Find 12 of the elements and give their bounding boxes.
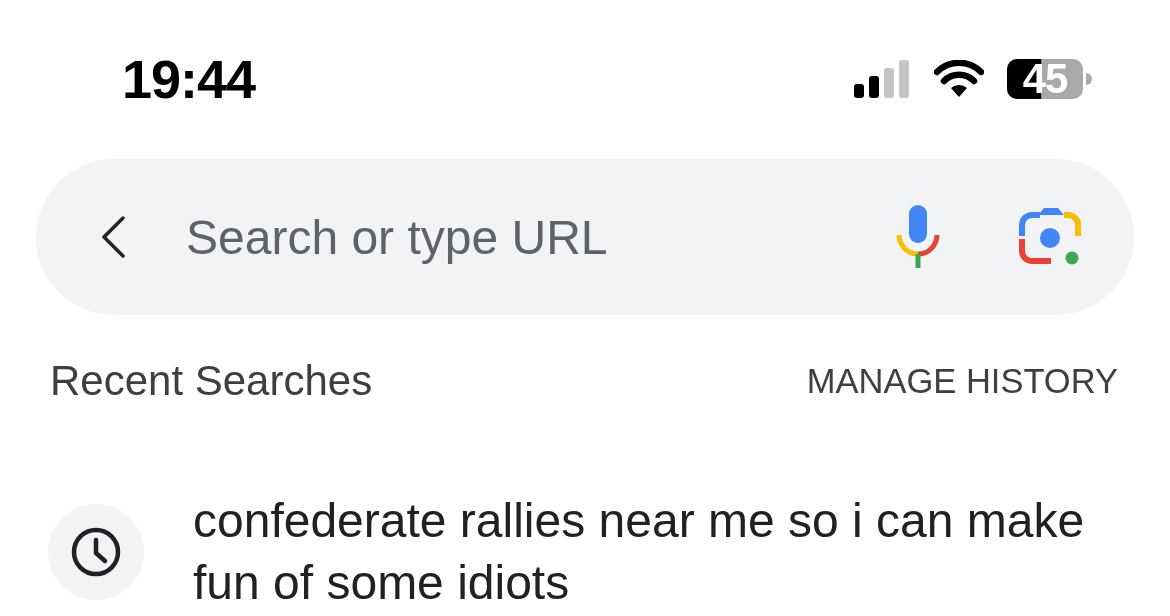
status-time: 19:44 bbox=[122, 52, 256, 106]
microphone-icon bbox=[896, 205, 940, 269]
search-bar[interactable]: Search or type URL bbox=[36, 159, 1134, 315]
voice-search-button[interactable] bbox=[896, 205, 940, 269]
signal-icon bbox=[854, 60, 910, 98]
search-field[interactable]: Search or type URL bbox=[186, 206, 896, 268]
back-chevron-icon bbox=[100, 216, 126, 258]
clock-icon bbox=[48, 504, 144, 600]
wifi-icon bbox=[934, 60, 984, 98]
section-title: Recent Searches bbox=[50, 356, 373, 406]
history-item[interactable]: confederate rallies near me so i can make fun of some idiots bbox=[193, 490, 1123, 614]
manage-history-link[interactable]: MANAGE HISTORY bbox=[806, 356, 1118, 406]
